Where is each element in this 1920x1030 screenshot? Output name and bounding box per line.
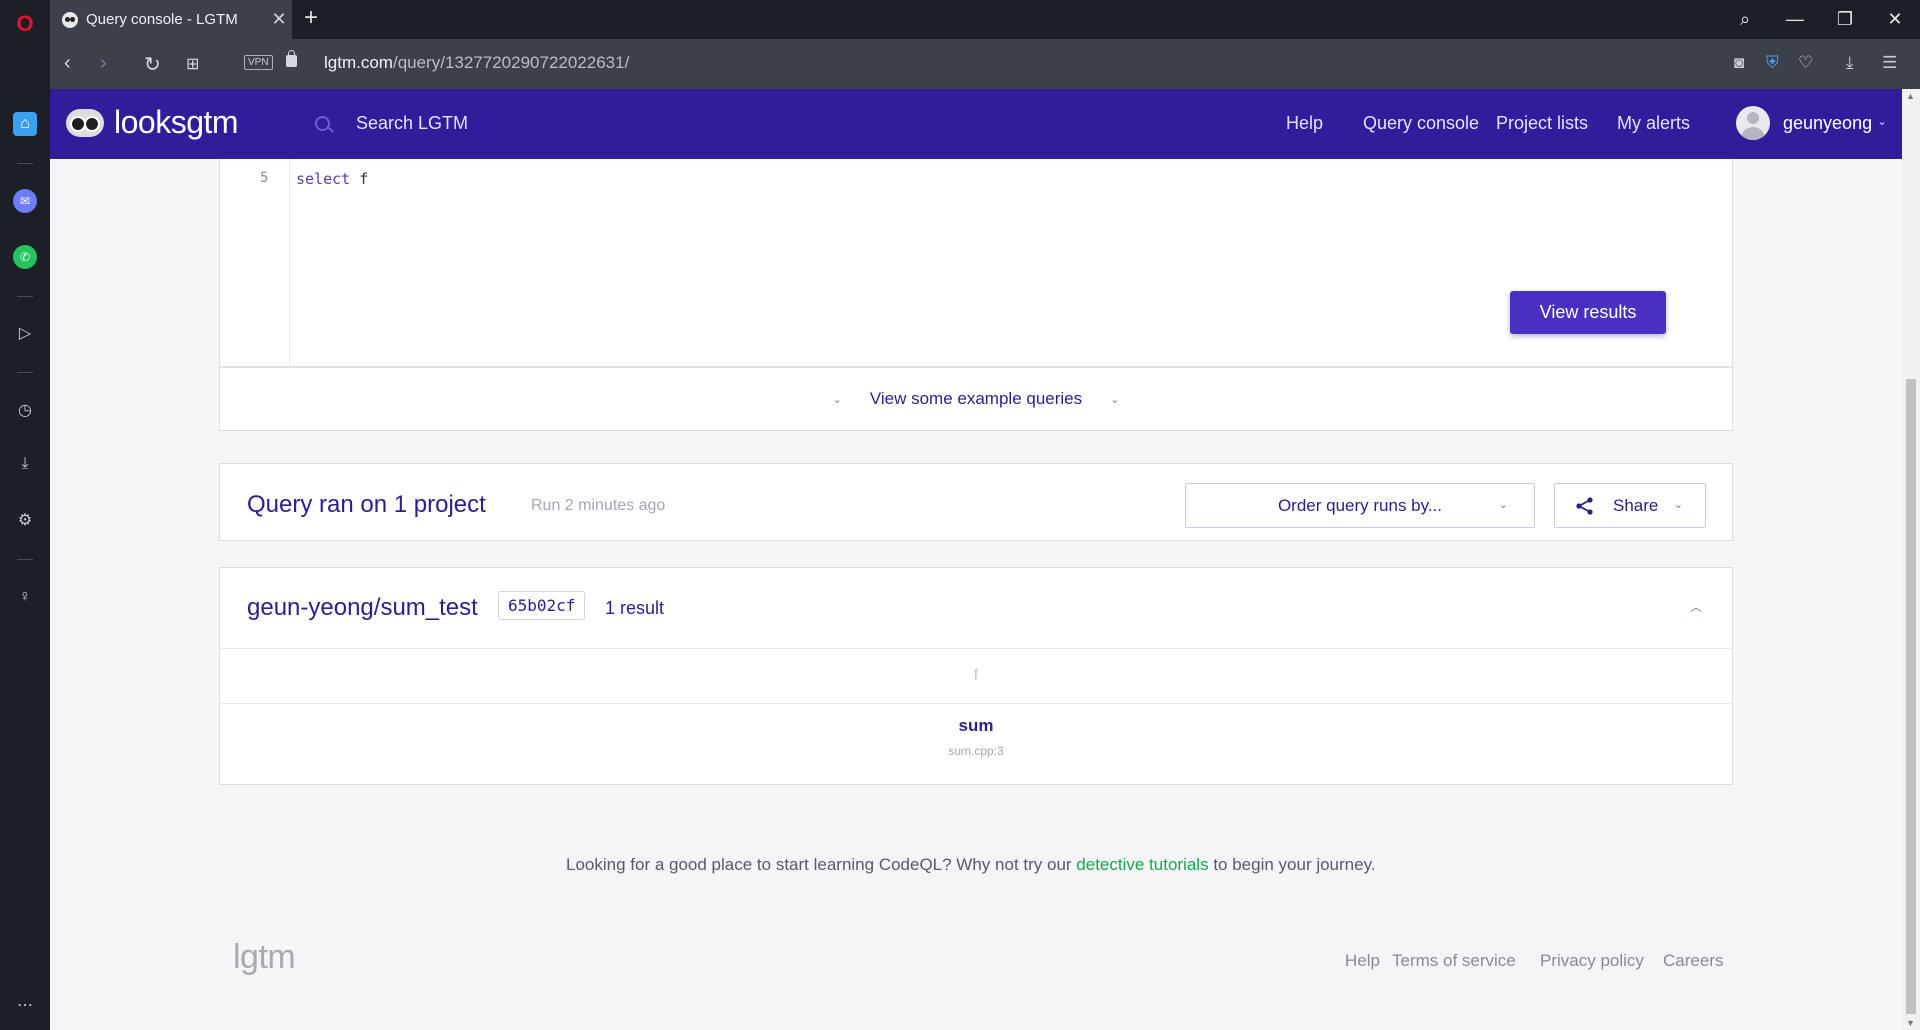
tab-bar: Query console - LGTM ✕ + ⌕ — ❐ ✕ (50, 0, 1920, 39)
view-results-button[interactable]: View results (1510, 291, 1666, 334)
lock-icon[interactable] (286, 50, 297, 67)
result-count: 1 result (605, 598, 665, 618)
search-input[interactable]: Search LGTM (356, 113, 468, 134)
rail-divider (17, 372, 33, 373)
new-tab-icon[interactable]: + (304, 4, 318, 32)
query-run-card: Query ran on 1 project Run 2 minutes ago… (219, 463, 1733, 541)
search-icon (315, 116, 330, 131)
footer-logo[interactable]: lgtm (233, 938, 296, 977)
hidden-code-line (296, 153, 304, 168)
run-title: Query ran on 1 project (247, 491, 486, 518)
lgtm-favicon-icon (62, 11, 78, 28)
scroll-up-icon[interactable]: ▲ (1906, 91, 1915, 101)
chevron-down-icon: ⌄ (1673, 499, 1683, 511)
code-line[interactable]: select f (296, 170, 368, 188)
chevron-down-icon: ⌄ (1498, 499, 1508, 511)
username[interactable]: geunyeong (1783, 113, 1872, 134)
result-row: sum sum.cpp:3 (220, 716, 1732, 758)
back-icon[interactable]: ‹ (64, 52, 71, 75)
url-host: lgtm.com (324, 53, 393, 72)
more-icon[interactable]: ⋯ (13, 993, 37, 1017)
run-time: Run 2 minutes ago (531, 497, 666, 514)
rail-divider (17, 163, 33, 164)
browser-tab[interactable]: Query console - LGTM ✕ (50, 0, 292, 39)
url-field[interactable]: lgtm.com/query/1327720290722022631/ (324, 53, 629, 73)
footer-terms[interactable]: Terms of service (1392, 951, 1516, 971)
address-bar: ‹ › ↻ ⊞ VPN lgtm.com/query/1327720290722… (50, 39, 1920, 89)
commit-badge[interactable]: 65b02cf (498, 591, 586, 620)
opera-logo-icon[interactable]: O (13, 11, 37, 36)
line-number: 5 (260, 170, 269, 186)
history-icon[interactable]: ◷ (13, 398, 37, 422)
easy-setup-icon[interactable]: ☰ (1882, 53, 1897, 73)
bookmark-heart-icon[interactable]: ♡ (1798, 53, 1813, 73)
order-runs-dropdown[interactable]: Order query runs by... ⌄ (1185, 483, 1535, 528)
messenger-icon[interactable]: ✉ (13, 189, 37, 213)
result-location[interactable]: sum.cpp:3 (220, 744, 1732, 758)
code-keyword: select (296, 170, 351, 188)
share-label: Share (1613, 496, 1659, 515)
footer-help[interactable]: Help (1345, 951, 1380, 971)
home-icon[interactable]: ⌂ (13, 112, 37, 136)
minimize-icon[interactable]: — (1770, 0, 1820, 39)
share-icon (1576, 497, 1593, 515)
vpn-badge[interactable]: VPN (244, 55, 273, 70)
site-header: looksgtm Search LGTM Help Query console … (50, 89, 1902, 159)
close-window-icon[interactable]: ✕ (1870, 0, 1920, 39)
player-icon[interactable]: ▷ (13, 321, 37, 345)
nav-project-lists[interactable]: Project lists (1496, 113, 1588, 134)
lightbulb-icon[interactable]: ♀ (13, 585, 37, 609)
share-button[interactable]: Share ⌄ (1554, 483, 1706, 528)
whatsapp-icon[interactable]: ✆ (13, 245, 37, 269)
close-tab-icon[interactable]: ✕ (266, 9, 292, 30)
scroll-down-icon[interactable]: ▼ (1906, 1018, 1915, 1028)
chevron-up-icon[interactable]: ︿ (1690, 598, 1702, 615)
chevron-down-icon[interactable]: ⌄ (1877, 114, 1887, 128)
result-value-link[interactable]: sum (220, 716, 1732, 736)
browser-search-icon[interactable]: ⌕ (1720, 0, 1770, 39)
site-search[interactable]: Search LGTM (315, 113, 468, 134)
order-runs-label: Order query runs by... (1277, 495, 1443, 515)
rail-divider (17, 559, 33, 560)
tabs-grid-icon[interactable]: ⊞ (186, 54, 199, 74)
forward-icon[interactable]: › (100, 52, 107, 75)
url-path: /query/1327720290722022631/ (392, 53, 630, 72)
rail-divider (17, 296, 33, 297)
nav-my-alerts[interactable]: My alerts (1617, 113, 1690, 134)
site-logo[interactable]: looksgtm (66, 104, 239, 141)
line-gutter: 5 (220, 159, 290, 366)
download-icon[interactable]: ⤓ (1846, 53, 1854, 73)
adblock-shield-icon[interactable]: ⛨ (1766, 53, 1779, 73)
snapshot-icon[interactable]: ◙ (1734, 53, 1744, 73)
code-rest: f (350, 170, 369, 188)
browser-sidebar: O ⌂ ✉ ✆ ▷ ◷ ⤓ ⚙ ♀ ⋯ (0, 0, 50, 1030)
nav-help[interactable]: Help (1286, 113, 1323, 134)
downloads-icon[interactable]: ⤓ (13, 452, 37, 476)
page: looksgtm Search LGTM Help Query console … (50, 89, 1902, 1030)
settings-icon[interactable]: ⚙ (13, 508, 37, 532)
footer-careers[interactable]: Careers (1663, 951, 1723, 971)
avatar[interactable] (1736, 106, 1770, 140)
project-link[interactable]: geun-yeong/sum_test (247, 594, 478, 622)
learn-text-after: to begin your journey. (1208, 855, 1376, 874)
tab-title: Query console - LGTM (86, 11, 238, 28)
footer-privacy[interactable]: Privacy policy (1540, 951, 1644, 971)
brand-name: looksgtm (114, 104, 239, 140)
chevron-down-icon: ⌄ (1110, 393, 1120, 406)
detective-tutorials-link[interactable]: detective tutorials (1076, 855, 1208, 874)
example-queries-bar: ⌄ View some example queries ⌄ (219, 367, 1733, 431)
owl-logo-icon (66, 108, 104, 137)
learn-text-before: Looking for a good place to start learni… (566, 855, 1077, 874)
scrollbar-thumb[interactable] (1906, 379, 1916, 1014)
restore-icon[interactable]: ❐ (1820, 0, 1870, 39)
column-header: f (220, 648, 1732, 704)
example-queries-link[interactable]: View some example queries (870, 389, 1082, 409)
project-result-card: geun-yeong/sum_test 65b02cf 1 result ︿ f… (219, 567, 1733, 785)
query-editor[interactable]: 5 select f View results (219, 159, 1733, 367)
chevron-down-icon: ⌄ (832, 393, 842, 406)
page-scrollbar[interactable]: ▲ ▼ (1902, 89, 1920, 1030)
reload-icon[interactable]: ↻ (144, 52, 161, 77)
nav-query-console[interactable]: Query console (1363, 113, 1479, 134)
